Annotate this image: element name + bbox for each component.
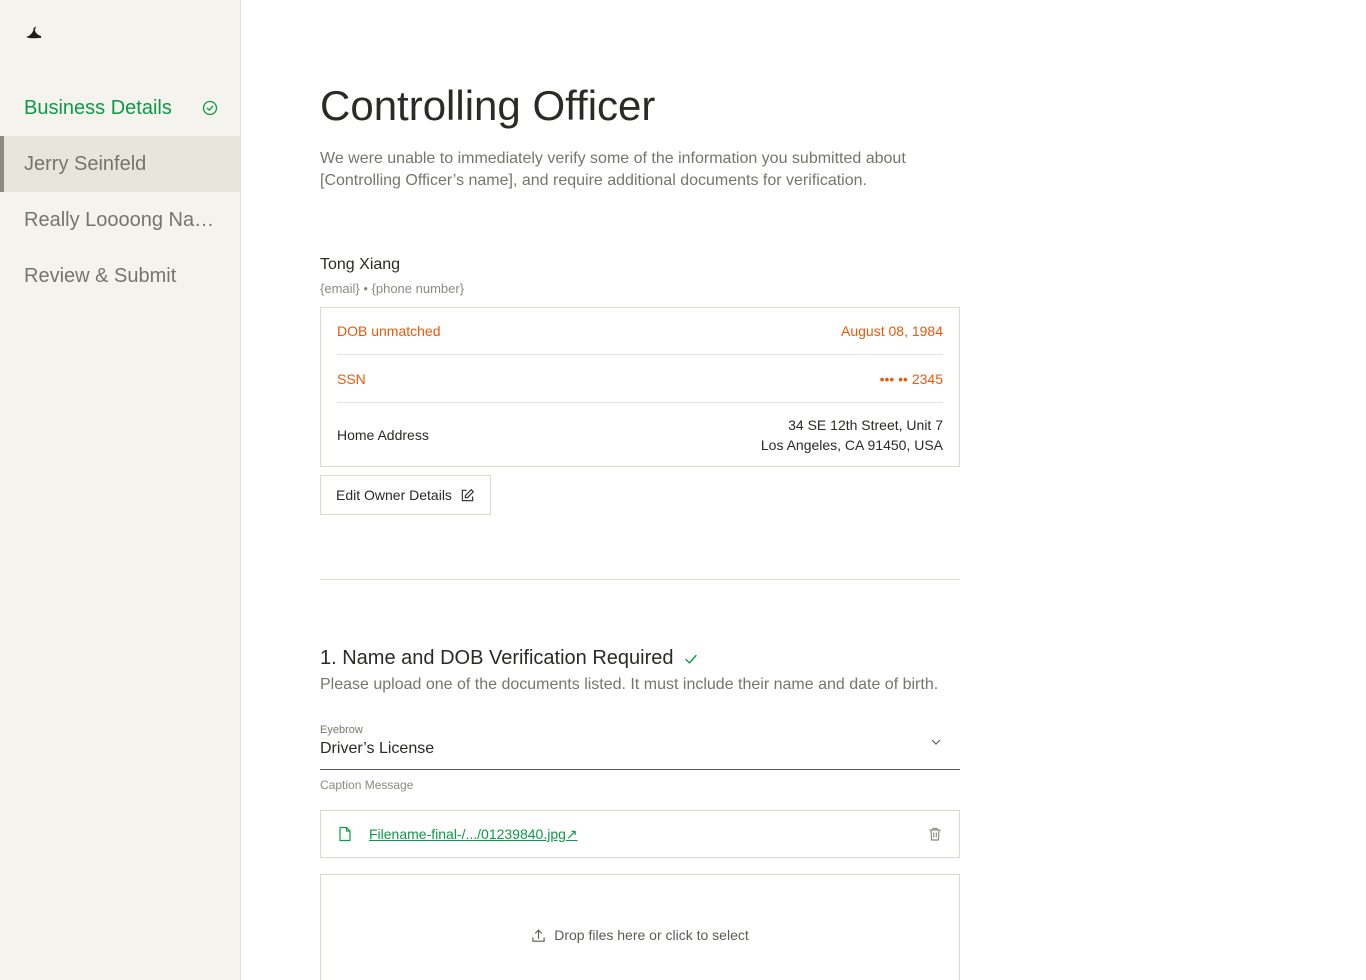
ssn-label: SSN bbox=[337, 370, 366, 387]
dob-label: DOB unmatched bbox=[337, 323, 441, 339]
check-icon bbox=[684, 654, 697, 664]
address-line-1: 34 SE 12th Street, Unit 7 bbox=[788, 417, 943, 433]
section-description: Please upload one of the documents liste… bbox=[320, 676, 939, 693]
document-type-select[interactable]: Eyebrow Driver’s License bbox=[320, 722, 960, 770]
sidebar-nav: Business Details Jerry Seinfeld Really L… bbox=[0, 80, 240, 304]
verification-section-title: 1. Name and DOB Verification Required bbox=[320, 647, 698, 670]
address-line-2: Los Angeles, CA 91450, USA bbox=[760, 437, 943, 453]
select-eyebrow: Eyebrow bbox=[320, 724, 363, 736]
owner-contact-meta: {email} • {phone number} bbox=[320, 281, 465, 296]
dob-row: DOB unmatched August 08, 1984 bbox=[337, 308, 943, 355]
select-value: Driver’s License bbox=[320, 740, 435, 757]
sidebar-item-really-long-name[interactable]: Really Loooong Name bbox=[0, 192, 240, 248]
sidebar-item-jerry-seinfeld[interactable]: Jerry Seinfeld bbox=[0, 136, 240, 192]
dob-value: August 08, 1984 bbox=[841, 323, 943, 339]
sidebar: Business Details Jerry Seinfeld Really L… bbox=[0, 0, 241, 980]
trash-icon[interactable] bbox=[927, 826, 943, 842]
intro-text: We were unable to immediately verify som… bbox=[320, 150, 906, 189]
ssn-value: ••• •• 2345 bbox=[879, 370, 943, 387]
edit-owner-details-label: Edit Owner Details bbox=[336, 487, 452, 503]
address-row: Home Address 34 SE 12th Street, Unit 7 L… bbox=[337, 403, 943, 467]
file-link[interactable]: Filename-final-/.../01239840.jpg↗ bbox=[369, 826, 927, 843]
owner-name: Tong Xiang bbox=[320, 256, 401, 273]
select-caption: Caption Message bbox=[320, 778, 414, 792]
ssn-row: SSN ••• •• 2345 bbox=[337, 355, 943, 403]
edit-owner-details-button[interactable]: Edit Owner Details bbox=[320, 475, 491, 515]
sidebar-item-label: Really Loooong Name bbox=[24, 208, 218, 231]
dropzone-content: Drop files here or click to select bbox=[531, 926, 749, 944]
sidebar-item-label: Jerry Seinfeld bbox=[24, 152, 147, 175]
sidebar-item-review-submit[interactable]: Review & Submit bbox=[0, 248, 240, 304]
check-circle-icon bbox=[202, 100, 218, 116]
sidebar-item-business-details[interactable]: Business Details bbox=[0, 80, 240, 136]
upload-icon bbox=[532, 929, 545, 942]
file-name: Filename-final-/.../01239840.jpg bbox=[369, 825, 566, 842]
chevron-down-icon bbox=[931, 739, 941, 745]
sidebar-item-label: Business Details bbox=[24, 96, 172, 119]
bird-logo-icon[interactable] bbox=[24, 24, 42, 40]
owner-details-card: DOB unmatched August 08, 1984 SSN ••• ••… bbox=[320, 307, 960, 467]
address-value: 34 SE 12th Street, Unit 7 Los Angeles, C… bbox=[761, 415, 943, 455]
uploaded-file-row: Filename-final-/.../01239840.jpg↗ bbox=[320, 810, 960, 858]
file-icon bbox=[339, 826, 351, 842]
external-link-icon: ↗ bbox=[565, 825, 578, 842]
page-title: Controlling Officer bbox=[320, 82, 656, 129]
file-dropzone[interactable]: Drop files here or click to select bbox=[320, 874, 960, 980]
address-label: Home Address bbox=[337, 427, 429, 443]
sidebar-item-label: Review & Submit bbox=[24, 264, 177, 287]
section-divider bbox=[320, 579, 960, 580]
dropzone-text: Drop files here or click to select bbox=[554, 927, 749, 943]
section-title-text: 1. Name and DOB Verification Required bbox=[320, 647, 674, 669]
edit-icon bbox=[461, 488, 474, 501]
